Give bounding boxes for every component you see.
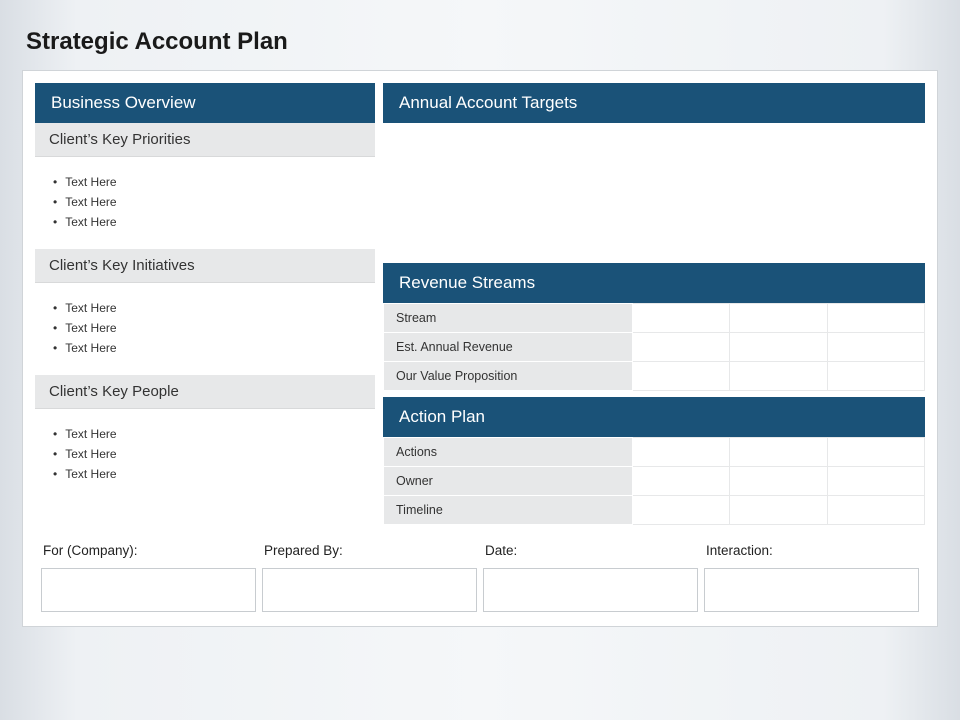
table-cell	[730, 333, 827, 362]
business-overview-header: Business Overview	[35, 83, 375, 123]
list-item: Text Here	[53, 215, 357, 229]
table-cell	[730, 467, 827, 496]
table-cell	[632, 304, 729, 333]
list-item: Text Here	[53, 195, 357, 209]
table-row: Est. Annual Revenue	[384, 333, 925, 362]
table-cell	[827, 438, 924, 467]
table-cell	[730, 496, 827, 525]
revenue-header: Revenue Streams	[383, 263, 925, 303]
company-input[interactable]	[41, 568, 256, 612]
revenue-section: Revenue Streams Stream Est. Annual Reven…	[383, 263, 925, 391]
initiatives-subheader: Client’s Key Initiatives	[35, 249, 375, 283]
table-cell	[827, 333, 924, 362]
list-item: Text Here	[53, 175, 357, 189]
action-table: Actions Owner Timeline	[383, 437, 925, 525]
row-label: Stream	[384, 304, 633, 333]
action-section: Action Plan Actions Owner	[383, 397, 925, 525]
table-row: Owner	[384, 467, 925, 496]
list-item: Text Here	[53, 321, 357, 335]
priorities-subheader: Client’s Key Priorities	[35, 123, 375, 157]
table-cell	[730, 438, 827, 467]
action-header: Action Plan	[383, 397, 925, 437]
footer-labels: For (Company): Prepared By: Date: Intera…	[35, 539, 925, 568]
table-row: Our Value Proposition	[384, 362, 925, 391]
people-subheader: Client’s Key People	[35, 375, 375, 409]
page-title: Strategic Account Plan	[22, 28, 938, 56]
row-label: Actions	[384, 438, 633, 467]
annual-targets-header: Annual Account Targets	[383, 83, 925, 123]
table-cell	[730, 304, 827, 333]
table-cell	[632, 496, 729, 525]
footer-label-company: For (Company):	[41, 539, 256, 568]
row-label: Our Value Proposition	[384, 362, 633, 391]
row-label: Owner	[384, 467, 633, 496]
table-cell	[827, 304, 924, 333]
list-item: Text Here	[53, 341, 357, 355]
people-body: Text Here Text Here Text Here	[35, 409, 375, 501]
table-cell	[730, 362, 827, 391]
table-cell	[632, 438, 729, 467]
revenue-table: Stream Est. Annual Revenue Our Value Pro…	[383, 303, 925, 391]
table-row: Timeline	[384, 496, 925, 525]
row-label: Timeline	[384, 496, 633, 525]
list-item: Text Here	[53, 301, 357, 315]
table-cell	[632, 333, 729, 362]
priorities-body: Text Here Text Here Text Here	[35, 157, 375, 249]
footer-label-interaction: Interaction:	[704, 539, 919, 568]
interaction-input[interactable]	[704, 568, 919, 612]
initiatives-body: Text Here Text Here Text Here	[35, 283, 375, 375]
date-input[interactable]	[483, 568, 698, 612]
left-column: Business Overview Client’s Key Prioritie…	[35, 83, 375, 525]
prepared-by-input[interactable]	[262, 568, 477, 612]
annual-targets-body	[383, 123, 925, 263]
table-cell	[827, 496, 924, 525]
footer-label-date: Date:	[483, 539, 698, 568]
table-cell	[632, 362, 729, 391]
row-label: Est. Annual Revenue	[384, 333, 633, 362]
list-item: Text Here	[53, 427, 357, 441]
list-item: Text Here	[53, 467, 357, 481]
table-cell	[632, 467, 729, 496]
plan-card: Business Overview Client’s Key Prioritie…	[22, 70, 938, 627]
footer-label-prepared: Prepared By:	[262, 539, 477, 568]
right-column: Annual Account Targets Revenue Streams S…	[383, 83, 925, 525]
table-row: Actions	[384, 438, 925, 467]
table-cell	[827, 362, 924, 391]
table-row: Stream	[384, 304, 925, 333]
footer-inputs	[35, 568, 925, 612]
list-item: Text Here	[53, 447, 357, 461]
table-cell	[827, 467, 924, 496]
